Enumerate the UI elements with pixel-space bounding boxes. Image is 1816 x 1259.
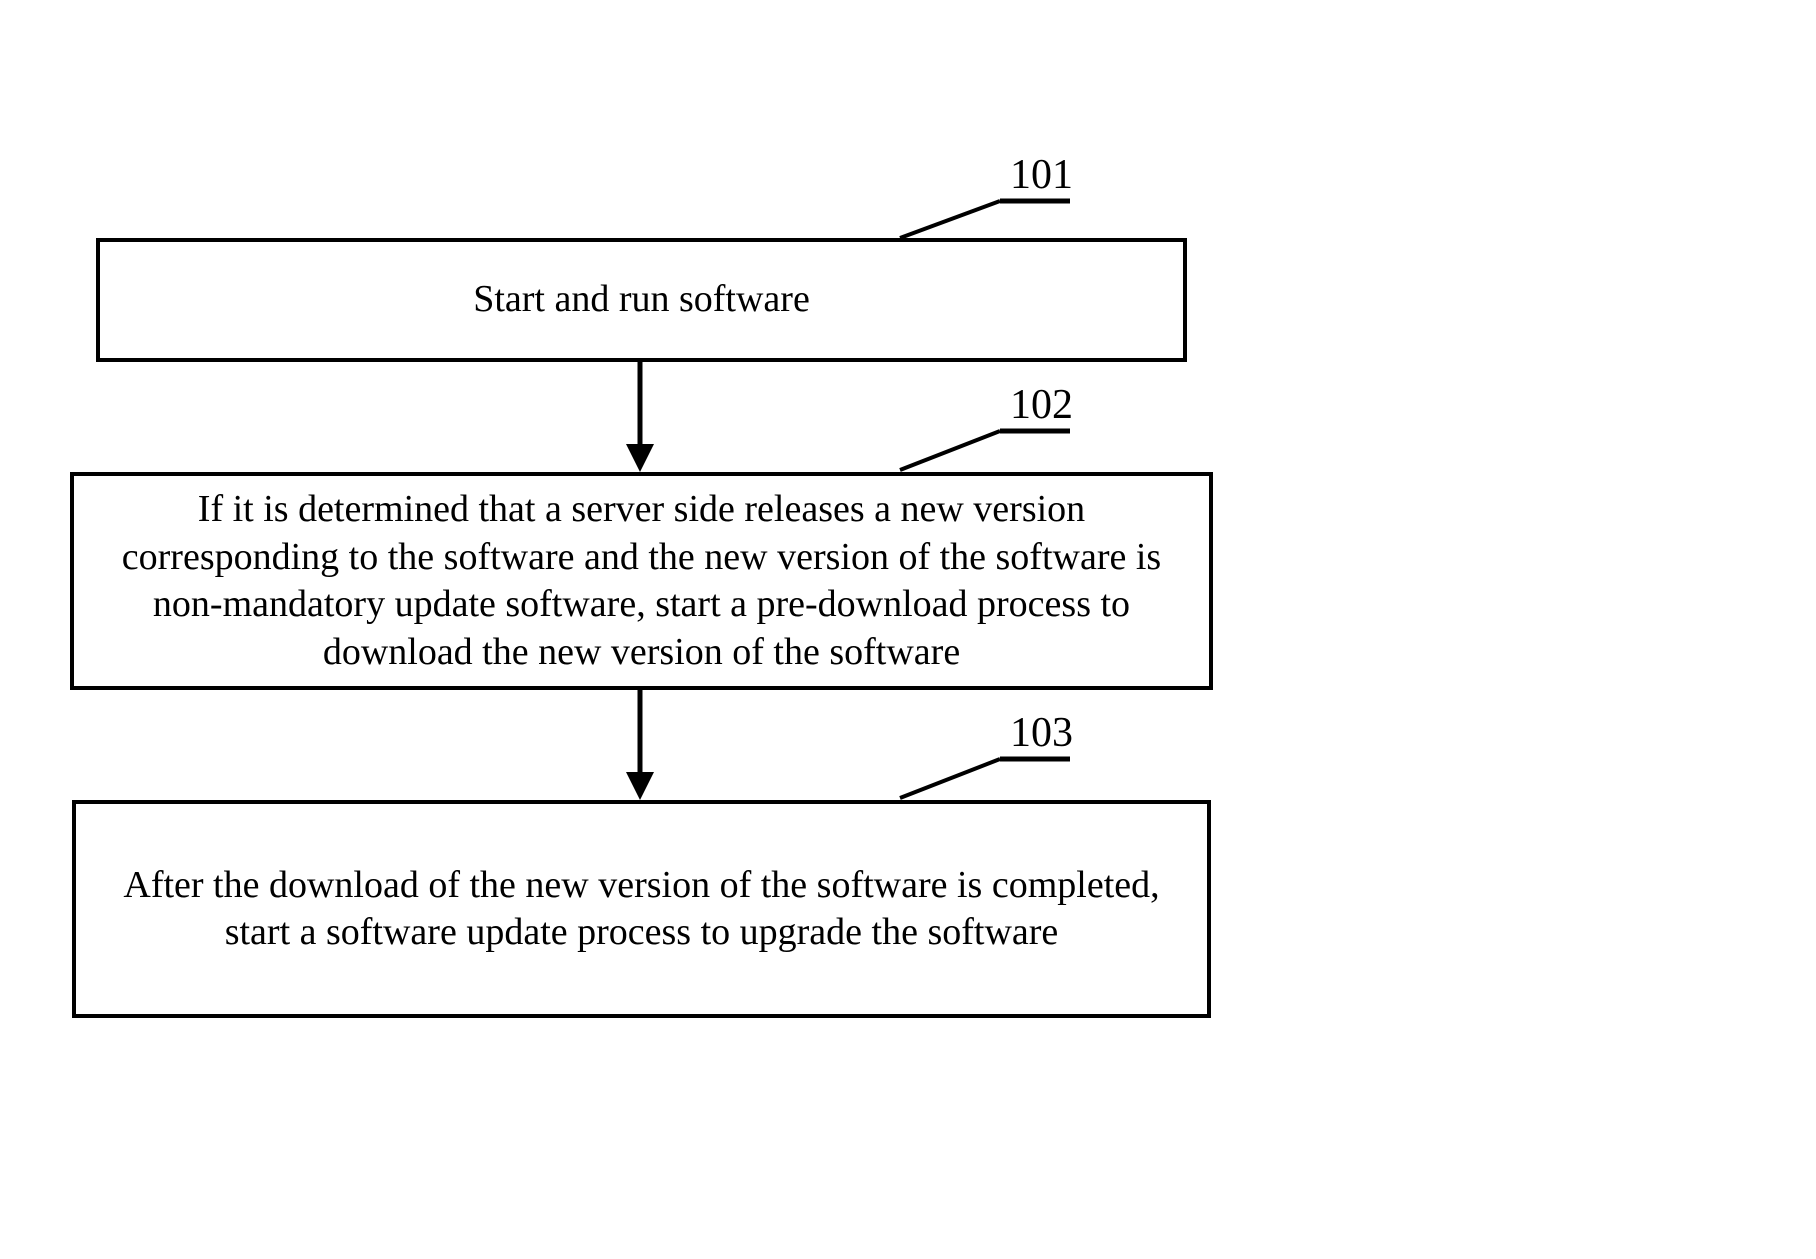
callout-line-2 [900, 425, 1070, 475]
flow-step-2-text: If it is determined that a server side r… [104, 486, 1179, 676]
flow-step-1-label: 101 [1010, 151, 1073, 199]
arrow-2-to-3 [620, 690, 660, 800]
flow-step-3: After the download of the new version of… [72, 800, 1211, 1018]
flow-step-3-label: 103 [1010, 709, 1073, 757]
flow-step-2: If it is determined that a server side r… [70, 472, 1213, 690]
flow-step-3-text: After the download of the new version of… [106, 862, 1177, 957]
callout-line-1 [900, 195, 1070, 245]
flow-step-1-text: Start and run software [473, 276, 810, 324]
flow-step-2-label: 102 [1010, 381, 1073, 429]
callout-line-3 [900, 753, 1070, 803]
flow-step-1: Start and run software [96, 238, 1187, 362]
arrow-1-to-2 [620, 362, 660, 472]
